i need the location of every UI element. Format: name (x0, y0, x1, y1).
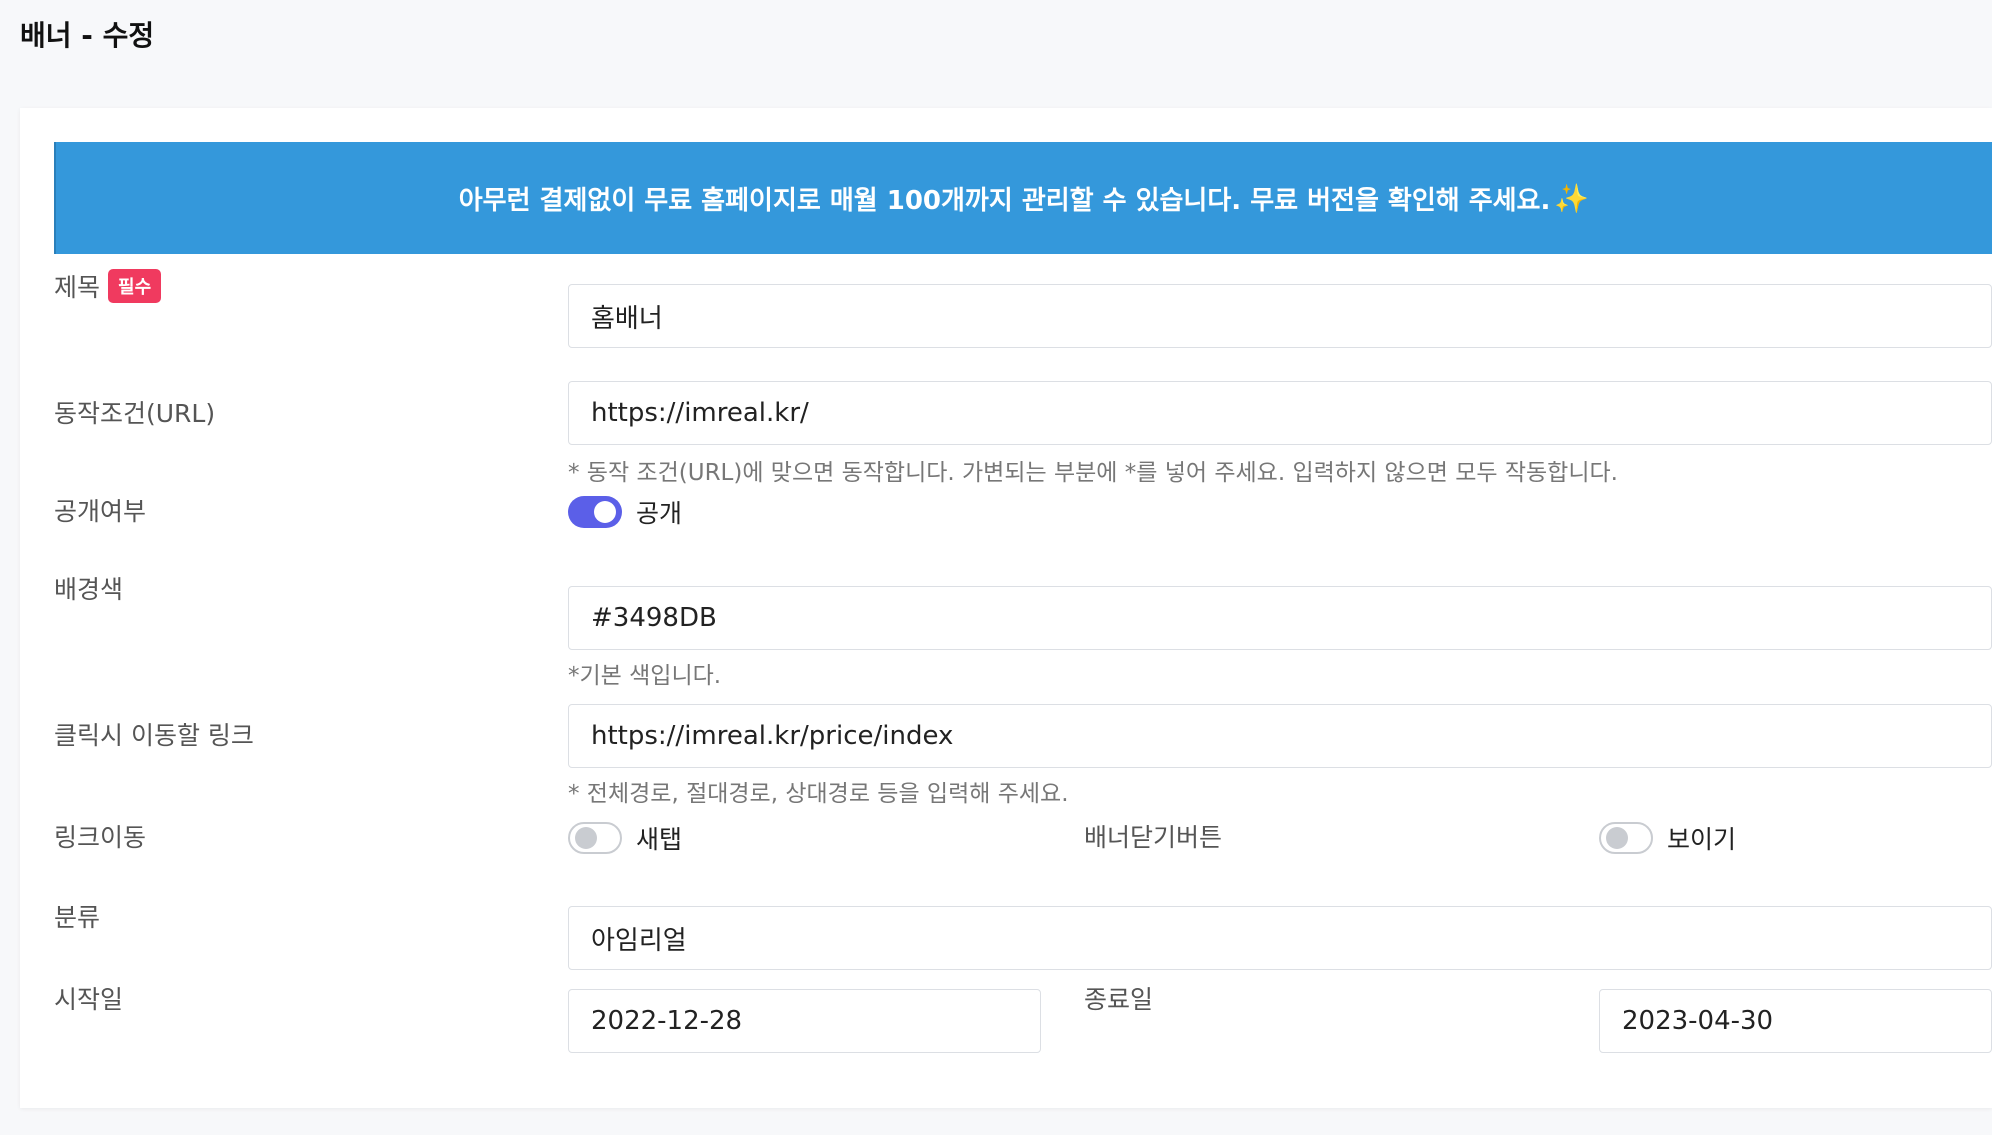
toggle-knob (594, 501, 616, 523)
end-date-input[interactable]: 2023-04-30 (1599, 989, 1992, 1053)
toggle-knob (1606, 827, 1628, 849)
background-color-hint: *기본 색입니다. (568, 663, 722, 689)
visibility-toggle-group: 공개 (568, 494, 682, 530)
start-date-input[interactable]: 2022-12-28 (568, 989, 1041, 1053)
visibility-toggle[interactable] (568, 496, 622, 528)
new-tab-toggle-label: 새탭 (636, 825, 683, 854)
banner-edit-card: 아무런 결제없이 무료 홈페이지로 매월 100개까지 관리할 수 있습니다. … (20, 108, 1992, 1108)
url-condition-input[interactable]: https://imreal.kr/ (568, 381, 1992, 445)
end-date-label: 종료일 (1084, 985, 1154, 1014)
click-link-label: 클릭시 이동할 링크 (54, 721, 254, 750)
close-button-toggle-group: 보이기 (1599, 820, 1736, 856)
click-link-input[interactable]: https://imreal.kr/price/index (568, 704, 1992, 768)
background-color-input[interactable]: #3498DB (568, 586, 1992, 650)
required-badge: 필수 (108, 269, 162, 303)
title-label: 제목 (54, 273, 101, 302)
free-plan-notice-banner: 아무런 결제없이 무료 홈페이지로 매월 100개까지 관리할 수 있습니다. … (54, 142, 1992, 254)
close-button-label: 배너닫기버튼 (1084, 823, 1223, 852)
page-title: 배너 - 수정 (20, 19, 155, 52)
toggle-knob (575, 827, 597, 849)
start-date-label: 시작일 (54, 985, 124, 1014)
visibility-label: 공개여부 (54, 497, 147, 526)
url-condition-label: 동작조건(URL) (54, 399, 216, 428)
link-target-label: 링크이동 (54, 823, 147, 852)
url-condition-hint: * 동작 조건(URL)에 맞으면 동작합니다. 가변되는 부분에 *를 넣어 … (568, 460, 1618, 486)
title-label-row: 제목 필수 (54, 254, 162, 318)
new-tab-toggle[interactable] (568, 822, 622, 854)
notice-text: 아무런 결제없이 무료 홈페이지로 매월 100개까지 관리할 수 있습니다. … (458, 185, 1551, 216)
background-color-label: 배경색 (54, 575, 124, 604)
link-target-toggle-group: 새탭 (568, 820, 682, 856)
title-input[interactable]: 홈배너 (568, 284, 1992, 348)
sparkle-icon: ✨ (1554, 181, 1590, 215)
close-button-toggle-label: 보이기 (1667, 825, 1737, 854)
close-button-toggle[interactable] (1599, 822, 1653, 854)
category-label: 분류 (54, 903, 101, 932)
visibility-toggle-label: 공개 (636, 499, 683, 528)
category-input[interactable]: 아임리얼 (568, 906, 1992, 970)
click-link-hint: * 전체경로, 절대경로, 상대경로 등을 입력해 주세요. (568, 781, 1069, 807)
